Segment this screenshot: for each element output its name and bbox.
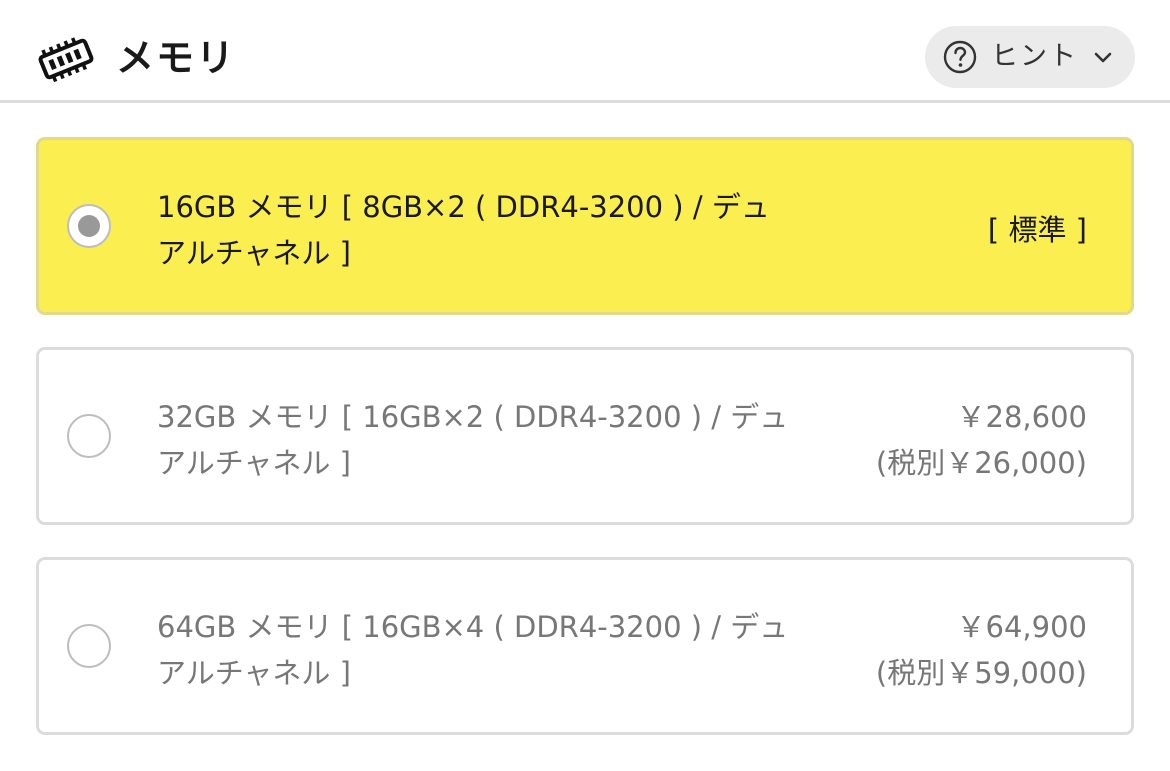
- option-price: ￥28,600 (税別￥26,000): [876, 394, 1087, 486]
- radio-button[interactable]: [67, 624, 111, 668]
- chevron-down-icon: [1094, 52, 1112, 63]
- radio-button[interactable]: [67, 414, 111, 458]
- hint-button[interactable]: ヒント: [925, 26, 1135, 88]
- option-label-line2: アルチャネル ]: [157, 656, 351, 690]
- price-incl-tax: ￥28,600: [956, 400, 1087, 434]
- memory-chip-icon: [38, 37, 94, 83]
- memory-option-32gb[interactable]: 32GB メモリ [ 16GB×2 ( DDR4-3200 ) / デュ アルチ…: [36, 347, 1134, 525]
- price-excl-tax: (税別￥59,000): [875, 656, 1087, 690]
- radio-button-selected[interactable]: [67, 204, 111, 248]
- option-price: [ 標準 ]: [988, 207, 1087, 253]
- page-title: メモリ: [116, 36, 237, 80]
- option-label-line1: 64GB メモリ [ 16GB×4 ( DDR4-3200 ) / デュ: [157, 610, 789, 644]
- option-label: 32GB メモリ [ 16GB×2 ( DDR4-3200 ) / デュ アルチ…: [157, 394, 837, 486]
- section-header: メモリ ヒント: [0, 0, 1170, 103]
- option-label: 16GB メモリ [ 8GB×2 ( DDR4-3200 ) / デュ アルチャ…: [157, 184, 837, 276]
- memory-option-64gb[interactable]: 64GB メモリ [ 16GB×4 ( DDR4-3200 ) / デュ アルチ…: [36, 557, 1134, 735]
- radio-dot: [78, 215, 100, 237]
- price-excl-tax: (税別￥26,000): [875, 446, 1087, 480]
- option-label-line2: アルチャネル ]: [157, 236, 351, 270]
- option-price: ￥64,900 (税別￥59,000): [876, 604, 1087, 696]
- option-label: 64GB メモリ [ 16GB×4 ( DDR4-3200 ) / デュ アルチ…: [157, 604, 837, 696]
- standard-badge: [ 標準 ]: [987, 213, 1087, 247]
- hint-label: ヒント: [991, 41, 1078, 72]
- option-label-line1: 32GB メモリ [ 16GB×2 ( DDR4-3200 ) / デュ: [157, 400, 789, 434]
- price-incl-tax: ￥64,900: [956, 610, 1087, 644]
- option-label-line1: 16GB メモリ [ 8GB×2 ( DDR4-3200 ) / デュ: [157, 190, 770, 224]
- option-label-line2: アルチャネル ]: [157, 446, 351, 480]
- question-circle-icon: [943, 40, 977, 74]
- memory-option-16gb[interactable]: 16GB メモリ [ 8GB×2 ( DDR4-3200 ) / デュ アルチャ…: [36, 137, 1134, 315]
